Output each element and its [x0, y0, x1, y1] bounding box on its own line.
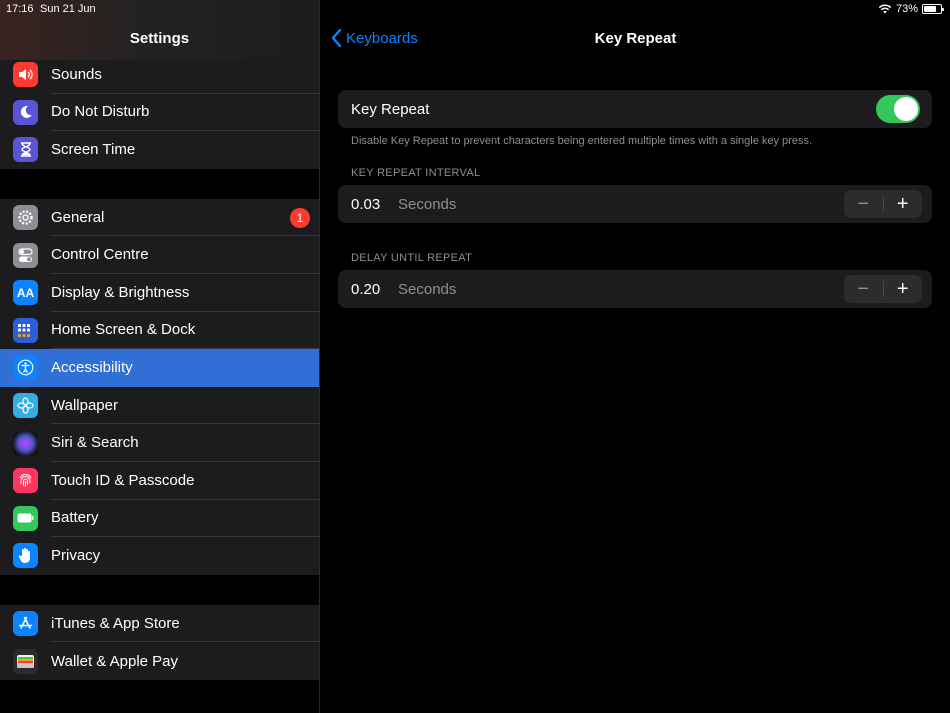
- status-bar: 17:16 Sun 21 Jun 73%: [0, 0, 950, 18]
- sidebar-title: Settings: [129, 30, 190, 47]
- delay-until-repeat-header: DELAY UNTIL REPEAT: [351, 252, 473, 264]
- moon-icon: [13, 99, 38, 125]
- sidebar-item-control-centre[interactable]: Control Centre: [0, 236, 319, 274]
- delay-value: 0.20: [351, 280, 381, 298]
- fingerprint-icon: [13, 468, 38, 494]
- sidebar-group-2: General 1 Control Centre AA Display & Br…: [0, 198, 319, 575]
- delay-until-repeat-row: 0.20 Seconds − +: [338, 270, 932, 308]
- sidebar-item-wallet-apple-pay[interactable]: Wallet & Apple Pay: [0, 642, 319, 680]
- sidebar-item-label: Display & Brightness: [51, 274, 319, 312]
- status-right: 73%: [878, 3, 944, 15]
- sidebar-item-privacy[interactable]: Privacy: [0, 537, 319, 575]
- interval-decrement-button[interactable]: −: [844, 190, 883, 218]
- battery-icon: [13, 505, 38, 531]
- toggle-knob: [894, 97, 918, 121]
- aa-icon: AA: [13, 280, 38, 306]
- sidebar-item-label: Siri & Search: [51, 424, 319, 462]
- sidebar-item-home-screen-dock[interactable]: Home Screen & Dock: [0, 312, 319, 350]
- interval-unit: Seconds: [398, 195, 457, 213]
- delay-stepper: − +: [844, 275, 922, 303]
- key-repeat-footnote: Disable Key Repeat to prevent characters…: [351, 135, 813, 147]
- page-title: Key Repeat: [594, 30, 677, 47]
- sidebar-item-touch-id-passcode[interactable]: Touch ID & Passcode: [0, 462, 319, 500]
- sidebar-item-itunes-app-store[interactable]: iTunes & App Store: [0, 605, 319, 643]
- sidebar-item-label: Wallpaper: [51, 387, 319, 425]
- sidebar-item-label: Touch ID & Passcode: [51, 462, 319, 500]
- sidebar-item-label: Privacy: [51, 547, 101, 565]
- sidebar-item-label: iTunes & App Store: [51, 605, 319, 643]
- switches-icon: [13, 242, 38, 268]
- delay-increment-button[interactable]: +: [884, 275, 923, 303]
- sidebar-item-label: Control Centre: [51, 236, 319, 274]
- sidebar-item-label: Battery: [51, 500, 319, 538]
- sidebar-item-label: Screen Time: [51, 141, 136, 159]
- sidebar-item-battery[interactable]: Battery: [0, 500, 319, 538]
- accessibility-icon: [13, 355, 38, 381]
- hand-icon: [13, 543, 38, 569]
- sidebar-item-do-not-disturb[interactable]: Do Not Disturb: [0, 94, 319, 132]
- key-repeat-toggle[interactable]: [876, 95, 920, 123]
- section-gap: [0, 679, 319, 710]
- sidebar-item-siri-search[interactable]: Siri & Search: [0, 424, 319, 462]
- sidebar-item-label: Wallet & Apple Pay: [51, 652, 179, 670]
- key-repeat-row: Key Repeat: [338, 90, 932, 128]
- appstore-icon: [13, 611, 38, 637]
- key-repeat-interval-header: KEY REPEAT INTERVAL: [351, 167, 481, 179]
- wifi-icon: [878, 4, 892, 14]
- detail-pane: Keyboards Key Repeat Key Repeat Disable …: [321, 0, 950, 713]
- interval-value: 0.03: [351, 195, 381, 213]
- interval-stepper: − +: [844, 190, 922, 218]
- speaker-icon: [13, 62, 38, 88]
- sidebar-item-wallpaper[interactable]: Wallpaper: [0, 387, 319, 425]
- notification-badge: 1: [290, 207, 310, 228]
- sidebar-item-accessibility[interactable]: Accessibility: [0, 349, 319, 387]
- sidebar-item-display-brightness[interactable]: AA Display & Brightness: [0, 274, 319, 312]
- sidebar-item-sounds[interactable]: Sounds: [0, 56, 319, 94]
- status-date: Sun 21 Jun: [40, 3, 96, 15]
- sidebar-item-label: Home Screen & Dock: [51, 312, 319, 350]
- sidebar-group-1: Sounds Do Not Disturb Screen Time: [0, 56, 319, 169]
- delay-unit: Seconds: [398, 280, 457, 298]
- flower-icon: [13, 393, 38, 419]
- settings-sidebar: Settings Sounds Do Not Disturb Screen Ti…: [0, 0, 320, 713]
- sidebar-item-label: Do Not Disturb: [51, 94, 319, 132]
- sidebar-item-general[interactable]: General 1: [0, 199, 319, 237]
- key-repeat-interval-row: 0.03 Seconds − +: [338, 185, 932, 223]
- battery-icon: [922, 4, 944, 14]
- sidebar-item-label: Accessibility: [51, 358, 133, 376]
- sidebar-item-label: General: [51, 199, 319, 237]
- wallet-icon: [13, 648, 38, 674]
- status-time: 17:16: [6, 3, 34, 15]
- battery-percent: 73%: [895, 3, 918, 15]
- gear-icon: [13, 205, 38, 231]
- key-repeat-label: Key Repeat: [351, 100, 430, 118]
- section-gap: [0, 574, 319, 605]
- section-gap: [0, 168, 319, 199]
- sidebar-item-label: Sounds: [51, 56, 319, 94]
- hourglass-icon: [13, 137, 38, 163]
- sidebar-item-screen-time[interactable]: Screen Time: [0, 131, 319, 169]
- siri-icon: [13, 430, 38, 456]
- interval-increment-button[interactable]: +: [884, 190, 923, 218]
- sidebar-group-3: iTunes & App Store Wallet & Apple Pay: [0, 604, 319, 680]
- grid-icon: [13, 317, 38, 343]
- delay-decrement-button[interactable]: −: [844, 275, 883, 303]
